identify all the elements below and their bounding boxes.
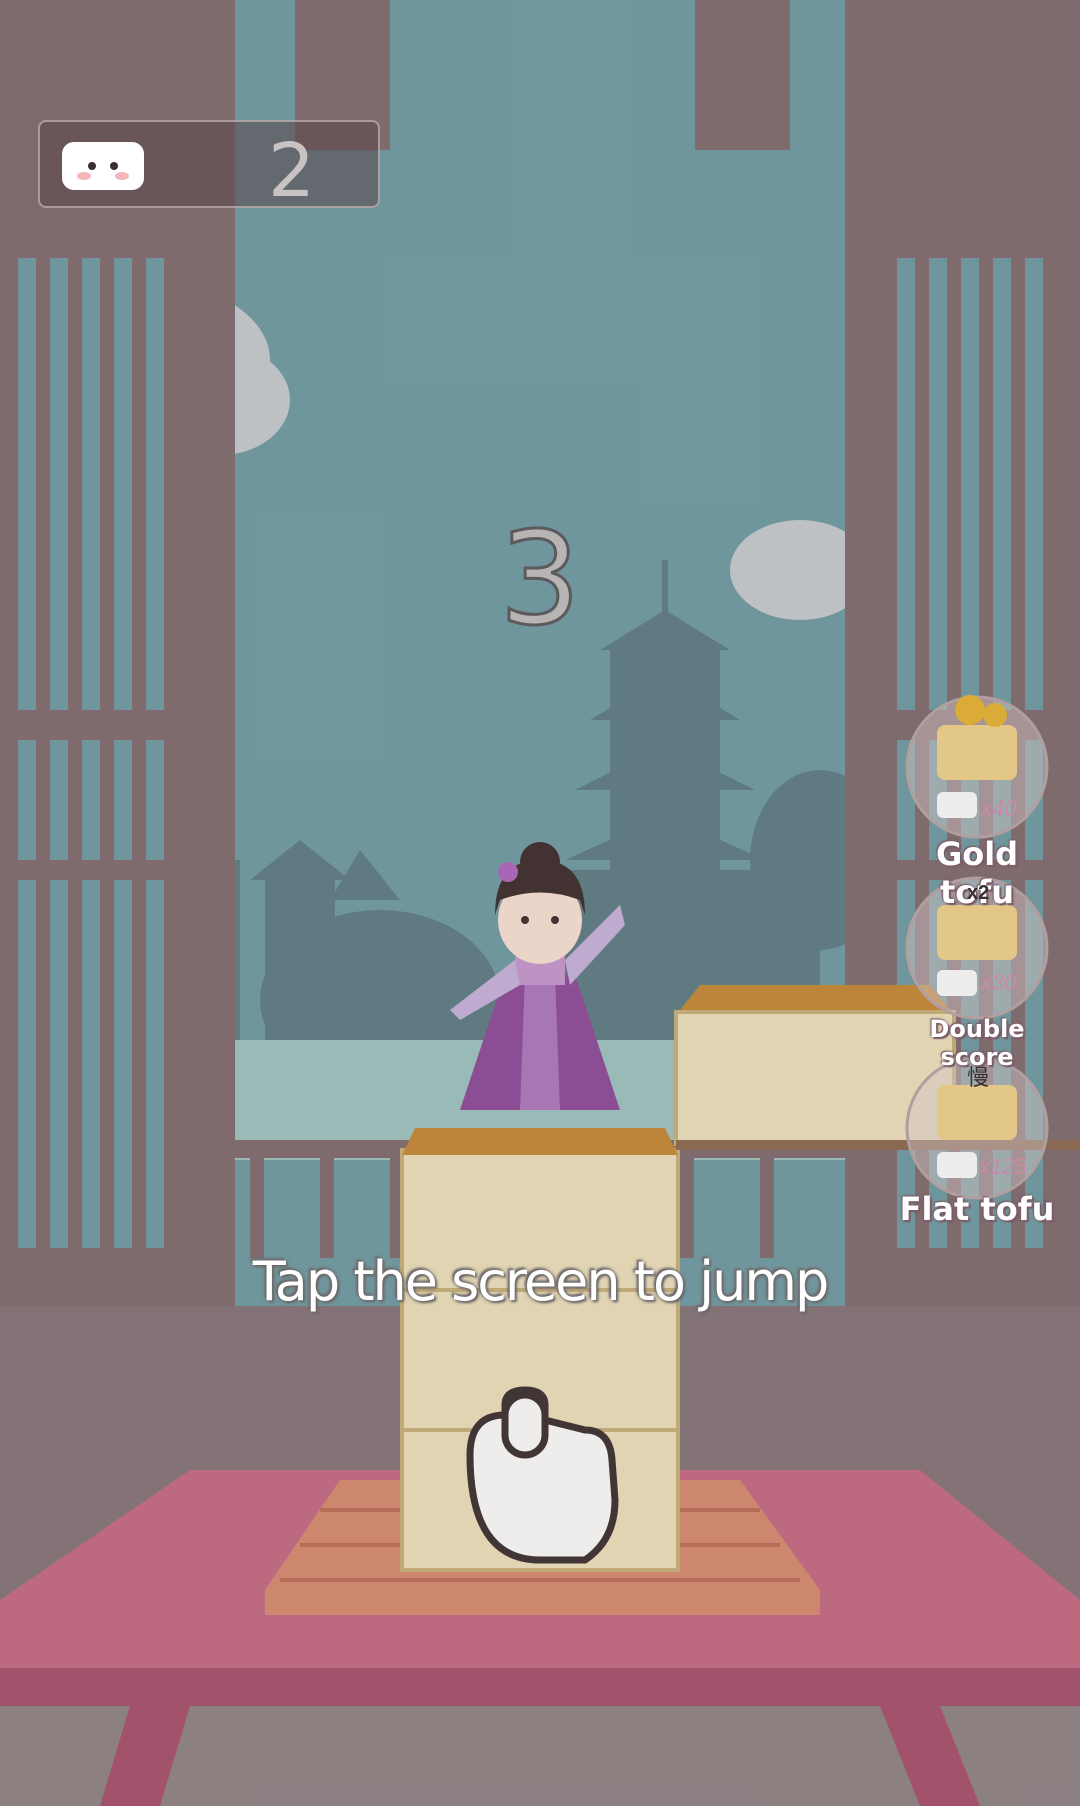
- double-score-badge: x2: [967, 882, 990, 904]
- tap-instruction: Tap the screen to jump: [252, 1250, 830, 1313]
- flat-tofu-cost: x125: [979, 1154, 1027, 1179]
- gold-tofu-cost: x40: [981, 796, 1017, 821]
- double-score-cost: x30: [981, 970, 1017, 995]
- coin-count: 2: [268, 128, 316, 214]
- countdown-number: 3: [498, 504, 582, 656]
- tofu-coin-icon: [62, 142, 144, 190]
- flat-tofu-badge: 慢: [967, 1065, 990, 1090]
- flat-tofu-label: Flat tofu: [899, 1190, 1055, 1228]
- coin-counter: 2: [38, 120, 380, 214]
